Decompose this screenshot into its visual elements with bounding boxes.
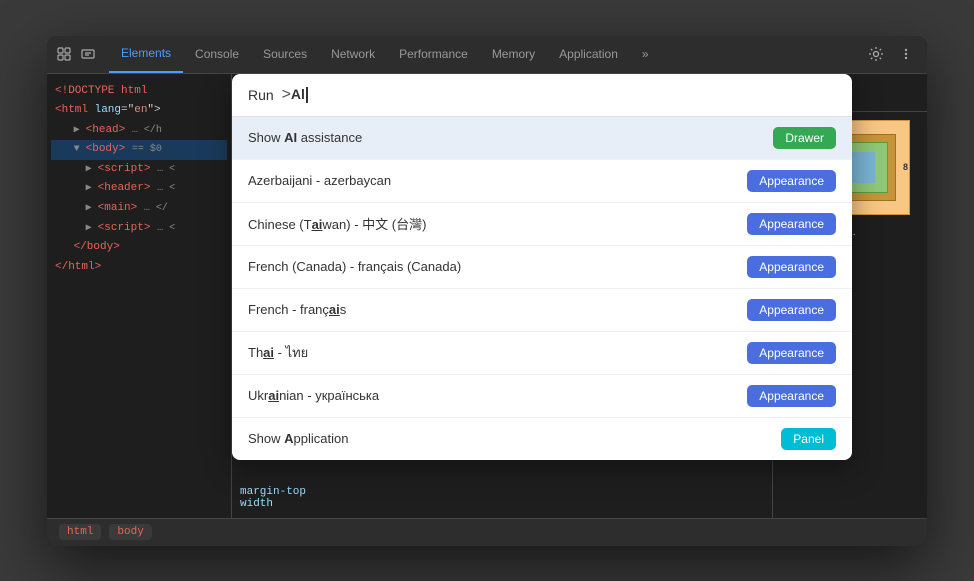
- appearance-button-thai[interactable]: Appearance: [747, 342, 836, 364]
- panel-button[interactable]: Panel: [781, 428, 836, 450]
- appearance-button-azerbaijani[interactable]: Appearance: [747, 170, 836, 192]
- devtools-window: Elements Console Sources Network Perform…: [47, 36, 927, 546]
- command-prefix: >: [282, 86, 291, 104]
- drawer-button[interactable]: Drawer: [773, 127, 836, 149]
- appearance-button-ukrainian[interactable]: Appearance: [747, 385, 836, 407]
- command-run-label: Run: [248, 87, 274, 103]
- command-palette: Run > Al Show AI assistance Drawer: [232, 74, 852, 460]
- dom-line-doctype[interactable]: <!DOCTYPE html: [51, 82, 227, 102]
- command-item-ukrainian[interactable]: Ukrainian - українська Appearance: [232, 375, 852, 418]
- appearance-button-french[interactable]: Appearance: [747, 299, 836, 321]
- command-item-show-ai[interactable]: Show AI assistance Drawer: [232, 117, 852, 160]
- command-item-french[interactable]: French - français Appearance: [232, 289, 852, 332]
- command-input-row: Run > Al: [232, 74, 852, 117]
- tab-memory[interactable]: Memory: [480, 36, 547, 74]
- breadcrumb-html[interactable]: html: [59, 524, 101, 540]
- dom-line-main[interactable]: ▶ <main> … </: [51, 199, 227, 219]
- tab-bar: Elements Console Sources Network Perform…: [47, 36, 927, 74]
- toolbar-right: [863, 41, 919, 67]
- command-item-thai[interactable]: Thai - ไทย Appearance: [232, 332, 852, 375]
- tab-elements[interactable]: Elements: [109, 36, 183, 74]
- tab-more[interactable]: »: [630, 36, 661, 74]
- command-item-chinese-taiwan[interactable]: Chinese (Taiwan) - 中文 (台灣) Appearance: [232, 203, 852, 246]
- dom-line-script2[interactable]: ▶ <script> … <: [51, 219, 227, 239]
- main-content: <!DOCTYPE html <html lang="en"> ▶ <head>…: [47, 74, 927, 518]
- dom-line-head[interactable]: ▶ <head> … </h: [51, 121, 227, 141]
- dom-line-close-html[interactable]: </html>: [51, 258, 227, 278]
- inspector-icon[interactable]: [79, 45, 97, 63]
- breadcrumb-body[interactable]: body: [109, 524, 151, 540]
- dom-line-html[interactable]: <html lang="en">: [51, 101, 227, 121]
- bottom-bar: html body: [47, 518, 927, 546]
- command-list: Show AI assistance Drawer Azerbaijani - …: [232, 117, 852, 460]
- toolbar-icons: [55, 45, 97, 63]
- styles-section: margin-top width: [232, 478, 772, 518]
- dom-line-header[interactable]: ▶ <header> … <: [51, 179, 227, 199]
- tab-application[interactable]: Application: [547, 36, 630, 74]
- tab-performance[interactable]: Performance: [387, 36, 480, 74]
- cursor-icon[interactable]: [55, 45, 73, 63]
- more-icon[interactable]: [893, 41, 919, 67]
- elements-panel: <!DOCTYPE html <html lang="en"> ▶ <head>…: [47, 74, 232, 518]
- command-item-show-application[interactable]: Show Application Panel: [232, 418, 852, 460]
- command-input-text[interactable]: Al: [291, 86, 308, 103]
- dom-line-body[interactable]: ▼ <body> == $0: [51, 140, 227, 160]
- center-panel: Run > Al Show AI assistance Drawer: [232, 74, 772, 518]
- command-item-azerbaijani[interactable]: Azerbaijani - azerbaycan Appearance: [232, 160, 852, 203]
- appearance-button-french-canada[interactable]: Appearance: [747, 256, 836, 278]
- gear-icon[interactable]: [863, 41, 889, 67]
- command-item-french-canada[interactable]: French (Canada) - français (Canada) Appe…: [232, 246, 852, 289]
- tab-console[interactable]: Console: [183, 36, 251, 74]
- dom-line-close-body[interactable]: </body>: [51, 238, 227, 258]
- dom-line-script1[interactable]: ▶ <script> … <: [51, 160, 227, 180]
- tab-sources[interactable]: Sources: [251, 36, 319, 74]
- box-number: 8: [903, 162, 908, 172]
- tab-network[interactable]: Network: [319, 36, 387, 74]
- appearance-button-chinese-taiwan[interactable]: Appearance: [747, 213, 836, 235]
